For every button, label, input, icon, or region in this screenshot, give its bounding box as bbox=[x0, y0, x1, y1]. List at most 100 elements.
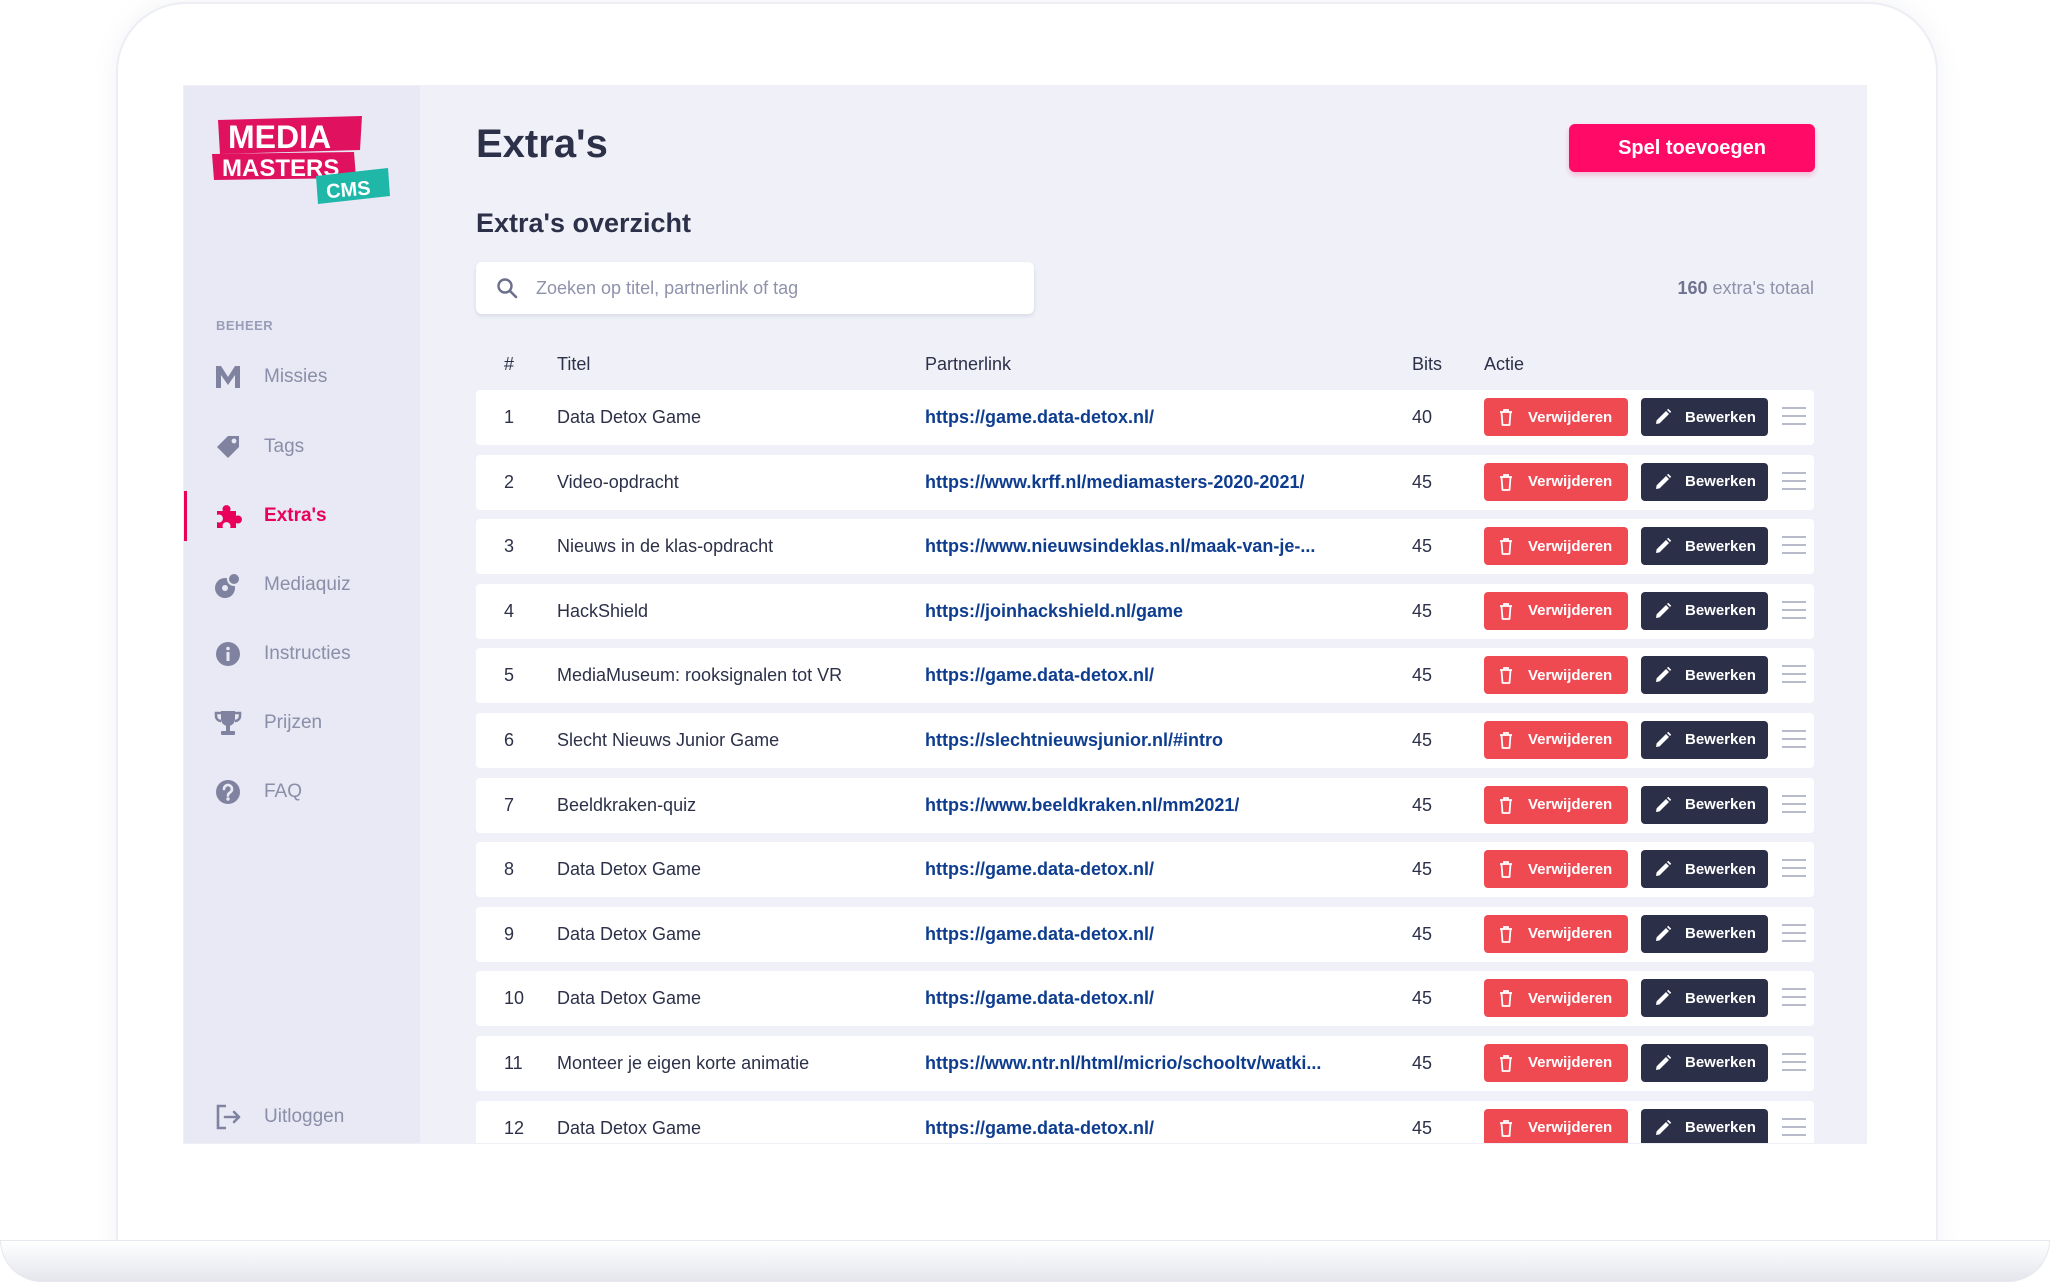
edit-button[interactable]: Bewerken bbox=[1641, 979, 1768, 1018]
overview-subtitle: Extra's overzicht bbox=[476, 208, 692, 238]
drag-handle-icon[interactable] bbox=[1782, 1117, 1806, 1138]
row-number: 8 bbox=[504, 859, 515, 880]
search-box[interactable] bbox=[476, 262, 1034, 314]
edit-button[interactable]: Bewerken bbox=[1641, 850, 1768, 889]
row-title: Slecht Nieuws Junior Game bbox=[557, 729, 780, 750]
pencil-icon bbox=[1656, 860, 1672, 877]
edit-button[interactable]: Bewerken bbox=[1641, 656, 1768, 695]
sidebar-item-faq[interactable]: FAQ bbox=[184, 765, 420, 819]
delete-label: Verwijderen bbox=[1528, 796, 1613, 814]
pencil-icon bbox=[1656, 1054, 1672, 1070]
row-partnerlink[interactable]: https://game.data-detox.nl/ bbox=[925, 988, 1154, 1009]
edit-button[interactable]: Bewerken bbox=[1641, 591, 1768, 630]
trash-icon bbox=[1500, 602, 1512, 620]
row-partnerlink[interactable]: https://game.data-detox.nl/ bbox=[925, 1118, 1154, 1139]
delete-button[interactable]: Verwijderen bbox=[1484, 656, 1628, 695]
row-bits: 45 bbox=[1412, 923, 1433, 944]
edit-button[interactable]: Bewerken bbox=[1641, 914, 1768, 953]
delete-button[interactable]: Verwijderen bbox=[1484, 720, 1628, 759]
search-icon bbox=[497, 278, 518, 299]
delete-button[interactable]: Verwijderen bbox=[1484, 398, 1628, 436]
row-partnerlink[interactable]: https://www.ntr.nl/html/micrio/schooltv/… bbox=[925, 1053, 1321, 1074]
row-bits: 45 bbox=[1412, 600, 1433, 621]
logout-button[interactable]: Uitloggen bbox=[184, 1090, 420, 1143]
pencil-icon bbox=[1656, 473, 1672, 489]
row-number: 9 bbox=[504, 923, 515, 944]
delete-button[interactable]: Verwijderen bbox=[1484, 1108, 1628, 1143]
table-header: # Titel Partnerlink Bits Actie bbox=[476, 354, 1814, 384]
trash-icon bbox=[1500, 473, 1512, 491]
row-partnerlink[interactable]: https://www.krff.nl/mediamasters-2020-20… bbox=[925, 472, 1304, 493]
edit-button[interactable]: Bewerken bbox=[1641, 1043, 1768, 1082]
edit-button[interactable]: Bewerken bbox=[1641, 1108, 1768, 1143]
edit-label: Bewerken bbox=[1685, 602, 1756, 620]
row-title: Monteer je eigen korte animatie bbox=[557, 1052, 810, 1073]
section-label-beheer: BEHEER bbox=[216, 318, 274, 333]
delete-button[interactable]: Verwijderen bbox=[1484, 1043, 1628, 1082]
row-partnerlink[interactable]: https://game.data-detox.nl/ bbox=[925, 665, 1154, 686]
edit-button[interactable]: Bewerken bbox=[1641, 720, 1768, 759]
trash-icon bbox=[1500, 409, 1512, 426]
row-partnerlink[interactable]: https://joinhackshield.nl/game bbox=[925, 601, 1183, 622]
drag-handle-icon[interactable] bbox=[1782, 471, 1806, 492]
drag-handle-icon[interactable] bbox=[1782, 536, 1806, 556]
row-bits: 45 bbox=[1412, 471, 1433, 492]
header-bits: Bits bbox=[1412, 354, 1443, 374]
main-content: Extra's Spel toevoegen Extra's overzicht… bbox=[420, 86, 1866, 1143]
edit-label: Bewerken bbox=[1685, 537, 1756, 555]
search-input[interactable] bbox=[534, 276, 1008, 300]
row-partnerlink[interactable]: https://game.data-detox.nl/ bbox=[925, 407, 1154, 428]
row-partnerlink[interactable]: https://www.beeldkraken.nl/mm2021/ bbox=[925, 795, 1239, 816]
table-body: 1 Data Detox Game https://game.data-deto… bbox=[476, 390, 1814, 1143]
row-title: Data Detox Game bbox=[557, 407, 702, 427]
row-bits: 45 bbox=[1412, 729, 1433, 750]
drag-handle-icon[interactable] bbox=[1782, 407, 1806, 427]
trash-icon bbox=[1500, 1119, 1512, 1137]
drag-handle-icon[interactable] bbox=[1782, 665, 1806, 685]
sidebar-item-instructies[interactable]: Instructies bbox=[184, 627, 420, 681]
delete-button[interactable]: Verwijderen bbox=[1484, 527, 1628, 566]
total-count: 160 bbox=[1677, 278, 1708, 298]
delete-button[interactable]: Verwijderen bbox=[1484, 979, 1628, 1018]
edit-label: Bewerken bbox=[1685, 860, 1756, 878]
table-row: 2 Video-opdracht https://www.krff.nl/med… bbox=[476, 454, 1814, 510]
table-row: 11 Monteer je eigen korte animatie https… bbox=[476, 1035, 1814, 1091]
drag-handle-icon[interactable] bbox=[1782, 859, 1806, 879]
edit-button[interactable]: Bewerken bbox=[1641, 398, 1768, 436]
header-num: # bbox=[504, 354, 515, 374]
row-partnerlink[interactable]: https://game.data-detox.nl/ bbox=[925, 924, 1154, 945]
row-number: 4 bbox=[504, 600, 515, 621]
delete-button[interactable]: Verwijderen bbox=[1484, 785, 1628, 824]
sidebar-item-mediaquiz[interactable]: Mediaquiz bbox=[184, 558, 420, 612]
sidebar-item-extras[interactable]: Extra's bbox=[184, 489, 420, 543]
sidebar-item-prijzen[interactable]: Prijzen bbox=[184, 696, 420, 750]
delete-label: Verwijderen bbox=[1528, 989, 1613, 1007]
drag-handle-icon[interactable] bbox=[1782, 729, 1806, 750]
mediamasters-cms-logo[interactable]: MEDIA MASTERS CMS bbox=[212, 116, 390, 206]
delete-button[interactable]: Verwijderen bbox=[1484, 591, 1628, 630]
row-partnerlink[interactable]: https://www.nieuwsindeklas.nl/maak-van-j… bbox=[925, 536, 1315, 557]
drag-handle-icon[interactable] bbox=[1782, 1052, 1806, 1073]
delete-button[interactable]: Verwijderen bbox=[1484, 462, 1628, 501]
sidebar-item-missies[interactable]: Missies bbox=[184, 350, 420, 404]
delete-button[interactable]: Verwijderen bbox=[1484, 914, 1628, 953]
drag-handle-icon[interactable] bbox=[1782, 988, 1806, 1008]
add-game-button[interactable]: Spel toevoegen bbox=[1569, 124, 1815, 172]
edit-label: Bewerken bbox=[1685, 731, 1756, 749]
trash-icon bbox=[1500, 796, 1512, 814]
edit-label: Bewerken bbox=[1685, 1054, 1756, 1072]
delete-button[interactable]: Verwijderen bbox=[1484, 850, 1628, 889]
pencil-icon bbox=[1656, 408, 1672, 424]
edit-button[interactable]: Bewerken bbox=[1641, 462, 1768, 501]
sidebar-item-tags[interactable]: Tags bbox=[184, 420, 420, 474]
row-partnerlink[interactable]: https://game.data-detox.nl/ bbox=[925, 859, 1154, 880]
drag-handle-icon[interactable] bbox=[1782, 600, 1806, 621]
edit-button[interactable]: Bewerken bbox=[1641, 527, 1768, 566]
table-row: 12 Data Detox Game https://game.data-det… bbox=[476, 1100, 1814, 1143]
drag-handle-icon[interactable] bbox=[1782, 923, 1806, 944]
drag-handle-icon[interactable] bbox=[1782, 794, 1806, 815]
row-partnerlink[interactable]: https://slechtnieuwsjunior.nl/#intro bbox=[925, 730, 1223, 751]
edit-button[interactable]: Bewerken bbox=[1641, 785, 1768, 824]
trash-icon bbox=[1500, 861, 1512, 879]
table-row: 7 Beeldkraken-quiz https://www.beeldkrak… bbox=[476, 777, 1814, 833]
